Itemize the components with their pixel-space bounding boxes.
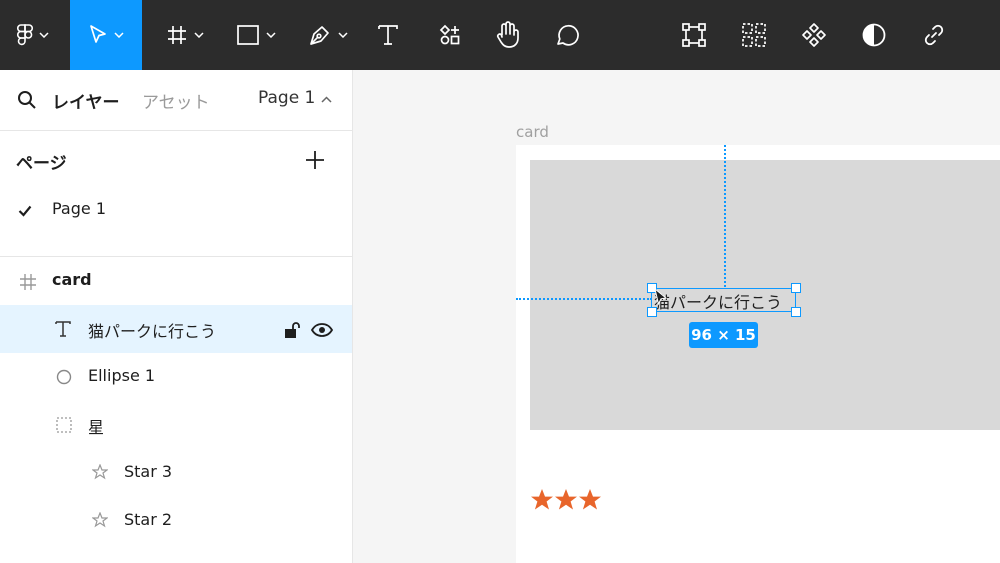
component-set-button[interactable] — [738, 0, 770, 70]
current-page-label: Page 1 — [258, 88, 316, 108]
layer-name: Ellipse 1 — [88, 366, 156, 385]
text-t-icon — [54, 320, 72, 342]
star-outline-icon — [91, 463, 109, 484]
eye-icon[interactable] — [310, 322, 334, 341]
resize-handle-top-right[interactable] — [791, 283, 801, 293]
contrast-icon — [861, 22, 887, 48]
resize-handle-bottom-right[interactable] — [791, 307, 801, 317]
resources-button[interactable] — [434, 0, 466, 70]
link-button[interactable] — [918, 0, 950, 70]
text-tool-button[interactable] — [372, 0, 404, 70]
search-icon[interactable] — [17, 90, 37, 114]
component-set-icon — [741, 22, 767, 48]
star-icons — [531, 489, 601, 510]
spacing-guide-horizontal — [516, 298, 652, 300]
ellipse-icon — [56, 369, 72, 389]
figma-logo-icon — [17, 24, 33, 46]
layer-name: card — [52, 270, 92, 289]
text-t-icon — [376, 23, 400, 47]
chevron-down-icon — [39, 32, 49, 38]
hand-tool-button[interactable] — [492, 0, 524, 70]
page-switcher[interactable]: Page 1 — [258, 88, 332, 108]
canvas[interactable]: card 猫パークに行こう 96 × 15 — [353, 70, 1000, 563]
layer-row-star-3[interactable]: Star 3 — [0, 449, 352, 497]
selection-size-badge: 96 × 15 — [689, 322, 758, 348]
layer-row-group[interactable]: 星 — [0, 401, 352, 449]
mouse-cursor-icon — [654, 287, 668, 310]
frame-selection-icon — [681, 22, 707, 48]
page-item-page-1[interactable]: Page 1 — [0, 190, 352, 230]
shape-tool-button[interactable] — [230, 0, 282, 70]
layer-row-card[interactable]: card — [0, 257, 352, 305]
link-icon — [922, 23, 946, 47]
pen-icon — [308, 23, 332, 47]
component-icon — [801, 22, 827, 48]
frame-hash-icon — [166, 24, 188, 46]
frame-hash-icon — [19, 273, 37, 295]
add-page-plus-icon[interactable] — [305, 150, 325, 174]
layer-row-ellipse[interactable]: Ellipse 1 — [0, 353, 352, 401]
chevron-down-icon — [266, 32, 276, 38]
rating-stars[interactable] — [530, 488, 602, 512]
frame-selection-button[interactable] — [678, 0, 710, 70]
dashed-group-icon — [56, 417, 72, 437]
tab-layers[interactable]: レイヤー — [52, 88, 120, 113]
chevron-down-icon — [194, 32, 204, 38]
layer-row-text[interactable]: 猫パークに行こう — [0, 305, 352, 353]
layer-name: Star 3 — [124, 462, 173, 481]
checkmark-icon — [18, 202, 32, 221]
pages-heading: ページ — [16, 154, 67, 174]
chevron-down-icon — [114, 32, 124, 38]
layers-panel: レイヤー アセット Page 1 ページ Page 1 card 猫パークに行こ… — [0, 70, 353, 563]
selection-box[interactable] — [651, 288, 796, 312]
layer-name: 猫パークに行こう — [88, 322, 217, 341]
hand-icon — [495, 21, 521, 49]
move-tool-button[interactable] — [70, 0, 142, 70]
frame-tool-button[interactable] — [160, 0, 210, 70]
spacing-guide-vertical — [724, 145, 726, 287]
unlock-icon[interactable] — [284, 321, 300, 343]
comment-bubble-icon — [554, 22, 580, 48]
mask-button[interactable] — [858, 0, 890, 70]
frame-label[interactable]: card — [516, 123, 549, 141]
component-button[interactable] — [798, 0, 830, 70]
page-item-label: Page 1 — [52, 199, 106, 218]
pen-tool-button[interactable] — [302, 0, 354, 70]
layer-row-star-2[interactable]: Star 2 — [0, 497, 352, 545]
panel-tab-bar: レイヤー アセット Page 1 — [0, 70, 352, 131]
tab-assets[interactable]: アセット — [142, 88, 210, 113]
chevron-down-icon — [338, 32, 348, 38]
star-outline-icon — [91, 511, 109, 532]
layer-name: Star 2 — [124, 510, 173, 529]
toolbar — [0, 0, 1000, 70]
pointer-arrow-icon — [88, 24, 108, 46]
main-menu-button[interactable] — [8, 0, 58, 70]
comment-tool-button[interactable] — [550, 0, 584, 70]
rectangle-icon — [236, 24, 260, 46]
resources-icon — [439, 24, 461, 46]
chevron-up-icon — [315, 88, 332, 108]
layer-name: 星 — [88, 418, 105, 437]
